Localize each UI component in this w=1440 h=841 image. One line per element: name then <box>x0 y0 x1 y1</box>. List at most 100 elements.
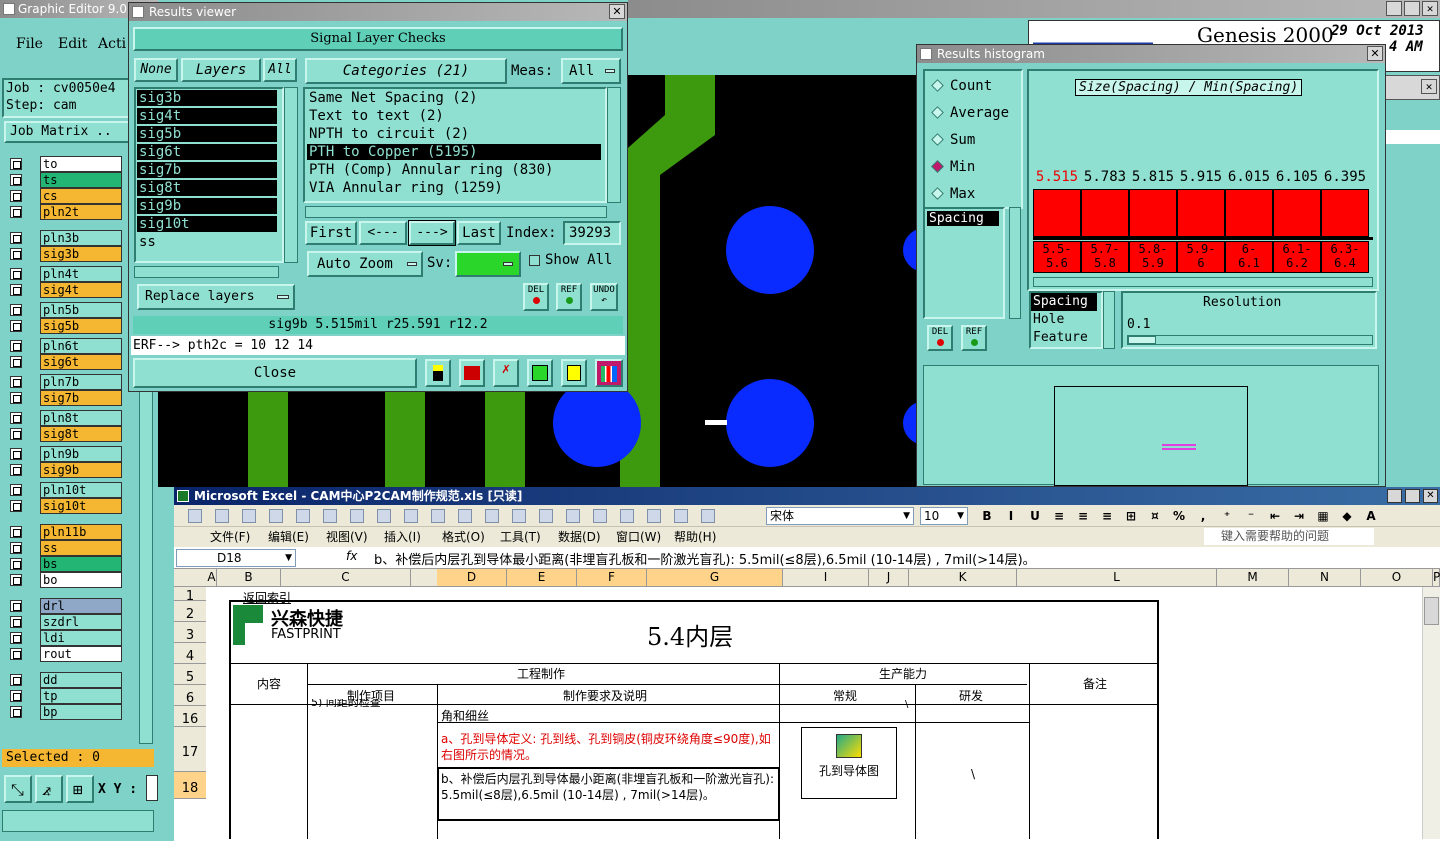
hist-hscroll[interactable] <box>1033 277 1373 287</box>
histogram-bar[interactable] <box>1225 189 1273 237</box>
new-icon[interactable] <box>188 509 202 523</box>
layer-row-sig4t[interactable]: sig4t <box>8 282 123 298</box>
excel-menu-item[interactable]: 工具(T) <box>500 527 541 547</box>
paste-icon[interactable] <box>485 509 499 523</box>
research-icon[interactable] <box>404 509 418 523</box>
permission-icon[interactable] <box>269 509 283 523</box>
preview-icon[interactable] <box>350 509 364 523</box>
layer-row-pln5b[interactable]: pln5b <box>8 302 123 318</box>
save-icon[interactable] <box>242 509 256 523</box>
cell-d17[interactable]: a、孔到导体定义: 孔到线、孔到铜皮(铜皮环绕角度≤90度),如右图所示的情况。 <box>441 731 777 763</box>
font-color-icon[interactable]: A <box>1362 508 1380 524</box>
rv-layer-item[interactable]: sig8t <box>137 180 277 196</box>
open-icon[interactable] <box>215 509 229 523</box>
layer-row-pln8t[interactable]: pln8t <box>8 410 123 426</box>
layer-checkbox[interactable] <box>10 206 22 218</box>
layer-row-bs[interactable]: bs <box>8 556 123 572</box>
copy-icon[interactable] <box>458 509 472 523</box>
layer-row-pln10t[interactable]: pln10t <box>8 482 123 498</box>
layer-checkbox[interactable] <box>10 674 22 686</box>
meas-dropdown[interactable]: All <box>561 58 621 84</box>
column-header[interactable]: F <box>577 569 647 586</box>
cell-j16[interactable]: \ <box>905 699 908 710</box>
column-header[interactable]: M <box>1217 569 1289 586</box>
print-icon[interactable] <box>323 509 337 523</box>
layer-row-sig5b[interactable]: sig5b <box>8 318 123 334</box>
layer-checkbox[interactable] <box>10 428 22 440</box>
replace-layers-dropdown[interactable]: Replace layers <box>137 284 295 310</box>
column-header[interactable]: L <box>1017 569 1217 586</box>
column-header[interactable]: A <box>207 569 217 586</box>
sv-color-dropdown[interactable] <box>455 251 521 277</box>
close-button[interactable]: Close <box>133 358 417 388</box>
layer-row-sig9b[interactable]: sig9b <box>8 462 123 478</box>
column-header[interactable]: J <box>869 569 909 586</box>
layer-checkbox[interactable] <box>10 558 22 570</box>
excel-menu-item[interactable]: 数据(D) <box>558 527 601 547</box>
cell-c16[interactable]: 5) 间距的检查 <box>311 699 381 707</box>
layer-row-sig6t[interactable]: sig6t <box>8 354 123 370</box>
show-all-checkbox[interactable] <box>529 255 540 266</box>
categories-hscroll[interactable] <box>305 206 607 218</box>
histogram-bar[interactable] <box>1129 189 1177 237</box>
layer-checkbox[interactable] <box>10 464 22 476</box>
layer-row-sig8t[interactable]: sig8t <box>8 426 123 442</box>
increase-decimal-icon[interactable]: ⁺ <box>1218 508 1236 524</box>
underline-icon[interactable]: U <box>1026 508 1044 524</box>
row-header[interactable]: 4 <box>174 643 206 664</box>
category-item[interactable]: PTH (Comp) Annular ring (830) <box>307 162 601 178</box>
scroll-thumb[interactable] <box>1424 597 1439 625</box>
menu-edit[interactable]: Edit <box>58 36 87 52</box>
layer-row-rout[interactable]: rout <box>8 646 123 662</box>
layer-checkbox[interactable] <box>10 632 22 644</box>
column-header[interactable]: C <box>281 569 411 586</box>
layer-checkbox[interactable] <box>10 526 22 538</box>
tool-icon-5[interactable] <box>561 359 587 387</box>
tool-icon-2[interactable] <box>459 359 485 387</box>
last-button[interactable]: Last <box>457 221 501 245</box>
comma-icon[interactable]: , <box>1194 508 1212 524</box>
layer-row-pln7b[interactable]: pln7b <box>8 374 123 390</box>
hist-del-button[interactable]: DEL <box>927 325 953 351</box>
excel-min-button[interactable] <box>1387 489 1402 503</box>
hist-ref-button[interactable]: REF <box>961 325 987 351</box>
row-header[interactable]: 16 <box>174 706 206 727</box>
layer-checkbox[interactable] <box>10 690 22 702</box>
attr-item[interactable]: Feature <box>1031 329 1101 347</box>
category-item[interactable]: Text to text (2) <box>307 108 601 124</box>
format-painter-icon[interactable] <box>512 509 526 523</box>
layer-row-ss[interactable]: ss <box>8 540 123 556</box>
border-icon[interactable]: ▦ <box>1314 508 1332 524</box>
layer-row-pln6t[interactable]: pln6t <box>8 338 123 354</box>
layer-checkbox[interactable] <box>10 542 22 554</box>
layer-checkbox[interactable] <box>10 412 22 424</box>
attr-item[interactable]: Hole <box>1031 311 1101 329</box>
histogram-titlebar[interactable]: Results histogram ✕ <box>917 45 1385 63</box>
layer-checkbox[interactable] <box>10 600 22 612</box>
layer-checkbox[interactable] <box>10 574 22 586</box>
first-button[interactable]: First <box>305 221 357 245</box>
tool-icon-3[interactable]: ✗ <box>493 359 519 387</box>
column-header[interactable]: P <box>1433 569 1440 586</box>
zoom-tool-button[interactable]: ⤡ <box>4 775 32 803</box>
ref-button[interactable]: REF <box>556 283 582 311</box>
prev-button[interactable]: <--- <box>359 221 407 245</box>
layer-checkbox[interactable] <box>10 248 22 260</box>
layer-listbox-scrollbar[interactable] <box>284 87 298 263</box>
window-min-button[interactable] <box>1386 1 1402 16</box>
tool-icon-6[interactable] <box>595 359 623 387</box>
histogram-bar[interactable] <box>1033 189 1081 237</box>
rv-layer-item[interactable]: sig4t <box>137 108 277 124</box>
layer-listbox[interactable]: sig3b sig4t sig5b sig6t sig7b sig8t sig9b sig10… <box>134 87 284 263</box>
layer-checkbox[interactable] <box>10 648 22 660</box>
italic-icon[interactable]: I <box>1002 508 1020 524</box>
column-header[interactable]: B <box>217 569 281 586</box>
rv-layer-item[interactable]: sig6t <box>137 144 277 160</box>
layer-row-to[interactable]: to <box>8 156 123 172</box>
all-layers-button[interactable]: All <box>263 58 297 82</box>
window-max-button[interactable] <box>1404 1 1420 16</box>
rv-layer-item[interactable]: ss <box>137 234 277 250</box>
sheet-vscroll[interactable] <box>1422 587 1440 839</box>
auto-zoom-dropdown[interactable]: Auto Zoom <box>307 251 423 277</box>
right-close-button[interactable]: ✕ <box>1421 79 1437 94</box>
